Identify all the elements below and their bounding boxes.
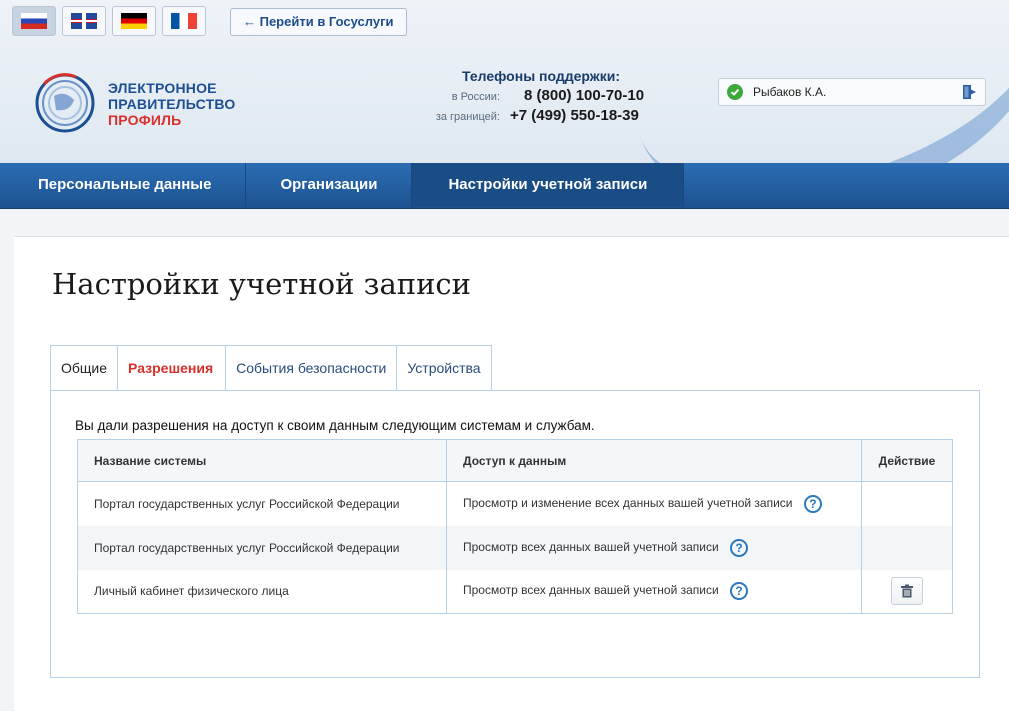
logo-line-3: ПРОФИЛЬ (108, 112, 182, 128)
tab-security-events[interactable]: События безопасности (225, 345, 397, 391)
cell-access: Просмотр всех данных вашей учетной запис… (446, 525, 862, 570)
tab-general[interactable]: Общие (50, 345, 118, 391)
e-government-logo-icon (35, 73, 95, 133)
cell-system-name: Портал государственных услуг Российской … (77, 481, 447, 526)
header-action: Действие (861, 439, 953, 482)
phone-abroad-number: +7 (499) 550-18-39 (510, 107, 639, 124)
support-phones: Телефоны поддержки: в России: 8 (800) 10… (380, 68, 660, 124)
cell-access-text: Просмотр всех данных вашей учетной запис… (463, 539, 719, 554)
lang-en-button[interactable] (62, 6, 106, 36)
help-icon[interactable]: ? (730, 582, 749, 601)
cell-action (861, 525, 953, 570)
table-row: Портал государственных услуг Российской … (77, 525, 953, 570)
permissions-panel: Вы дали разрешения на доступ к своим дан… (50, 390, 980, 678)
support-phones-title: Телефоны поддержки: (461, 68, 620, 84)
main-content: Настройки учетной записи Общие Разрешени… (14, 236, 1009, 711)
help-icon[interactable]: ? (803, 494, 822, 513)
user-profile-box[interactable]: Рыбаков К.А. (718, 78, 986, 106)
header-system-name: Название системы (77, 439, 447, 482)
settings-tabs: Общие Разрешения События безопасности Ус… (50, 345, 492, 391)
cell-access-text: Просмотр и изменение всех данных вашей у… (463, 495, 793, 510)
phone-russia-number: 8 (800) 100-70-10 (524, 87, 645, 104)
logout-icon[interactable] (961, 84, 977, 100)
logo-text: ЭЛЕКТРОННОЕ ПРАВИТЕЛЬСТВО ПРОФИЛЬ (108, 80, 235, 128)
site-header: ← Перейти в Госуслуги ЭЛЕКТРОННОЕ ПРАВИТ… (0, 0, 1009, 163)
page-title: Настройки учетной записи (52, 267, 471, 301)
main-navigation: Персональные данные Организации Настройк… (0, 163, 1009, 209)
cell-system-name: Портал государственных услуг Российской … (77, 525, 447, 570)
go-to-gosuslugi-link[interactable]: ← Перейти в Госуслуги (230, 8, 407, 36)
user-name: Рыбаков К.А. (753, 85, 827, 99)
cell-access: Просмотр и изменение всех данных вашей у… (446, 481, 862, 526)
russia-flag-icon (21, 13, 47, 29)
lang-de-button[interactable] (112, 6, 156, 36)
logo-line-1: ЭЛЕКТРОННОЕ (108, 80, 217, 96)
tab-devices[interactable]: Устройства (396, 345, 492, 391)
cell-action (862, 482, 953, 526)
cell-action (862, 570, 953, 614)
cell-access: Просмотр всех данных вашей учетной запис… (446, 569, 862, 614)
trash-icon (901, 584, 913, 598)
permissions-intro: Вы дали разрешения на доступ к своим дан… (75, 418, 595, 433)
lang-ru-button[interactable] (12, 6, 56, 36)
phone-row-russia: в России: 8 (800) 100-70-10 (380, 87, 660, 104)
help-icon[interactable]: ? (730, 538, 749, 557)
logo-line-2: ПРАВИТЕЛЬСТВО (108, 96, 236, 112)
table-row: Портал государственных услуг Российской … (77, 481, 953, 526)
delete-permission-button[interactable] (891, 577, 923, 606)
header-data-access: Доступ к данным (446, 439, 862, 482)
cell-system-name: Личный кабинет физического лица (77, 569, 447, 614)
nav-organizations[interactable]: Организации (246, 163, 413, 207)
language-switcher (12, 6, 206, 36)
check-icon (727, 84, 743, 100)
table-row: Личный кабинет физического лица Просмотр… (77, 569, 953, 614)
germany-flag-icon (121, 13, 147, 29)
nav-account-settings[interactable]: Настройки учетной записи (412, 163, 685, 207)
nav-personal-data[interactable]: Персональные данные (0, 163, 247, 207)
phone-russia-label: в России: (451, 91, 500, 103)
tab-permissions[interactable]: Разрешения (117, 345, 226, 391)
permissions-table: Название системы Доступ к данным Действи… (77, 439, 953, 614)
phone-abroad-label: за границей: (435, 111, 500, 123)
table-header-row: Название системы Доступ к данным Действи… (77, 439, 953, 482)
lang-fr-button[interactable] (162, 6, 206, 36)
france-flag-icon (171, 13, 197, 29)
phone-row-abroad: за границей: +7 (499) 550-18-39 (380, 107, 660, 124)
uk-flag-icon (71, 13, 97, 29)
cell-access-text: Просмотр всех данных вашей учетной запис… (463, 583, 719, 598)
